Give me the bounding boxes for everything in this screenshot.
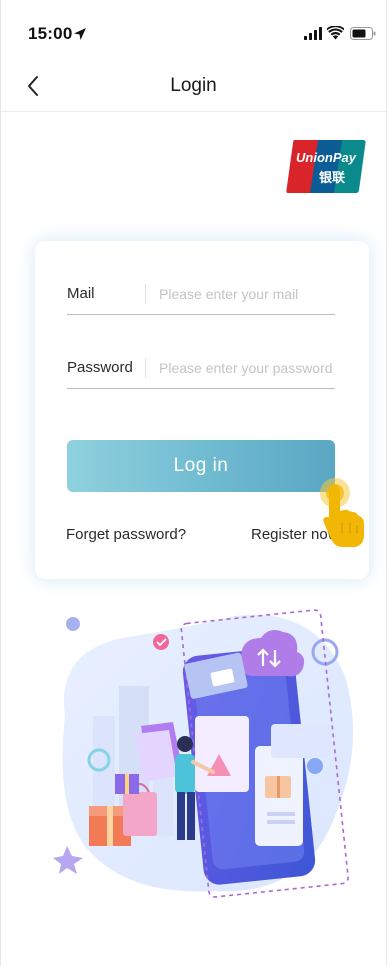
mail-input[interactable] <box>159 280 335 308</box>
location-arrow-icon <box>74 28 86 40</box>
online-shopping-illustration <box>53 609 353 898</box>
page-title: Login <box>170 75 217 96</box>
svg-text:UnionPay: UnionPay <box>296 150 357 165</box>
password-label: Password <box>67 359 133 376</box>
mail-field-divider <box>145 284 146 304</box>
login-screen: 15:00 Login UnionPay 银联 Mail Please ente… <box>0 0 387 966</box>
unionpay-logo: UnionPay 银联 <box>286 140 366 193</box>
status-time: 15:00 <box>28 24 73 43</box>
login-button[interactable]: Log in <box>67 440 335 492</box>
navigation-bar: Login <box>1 62 386 112</box>
wifi-icon <box>327 26 344 40</box>
mail-field-row: Mail <box>67 274 335 315</box>
mail-label: Mail <box>67 285 95 302</box>
login-card: Mail Password Log in Forget password? Re… <box>35 241 369 579</box>
password-field-row: Password <box>67 348 335 389</box>
hand-pointer-icon <box>320 478 364 547</box>
svg-text:银联: 银联 <box>319 170 345 186</box>
password-field-divider <box>145 358 146 378</box>
forget-password-link[interactable]: Forget password? <box>66 526 186 543</box>
status-bar: 15:00 <box>1 0 386 62</box>
password-input[interactable] <box>159 354 335 382</box>
battery-icon <box>350 27 376 40</box>
cellular-signal-icon <box>304 27 322 40</box>
